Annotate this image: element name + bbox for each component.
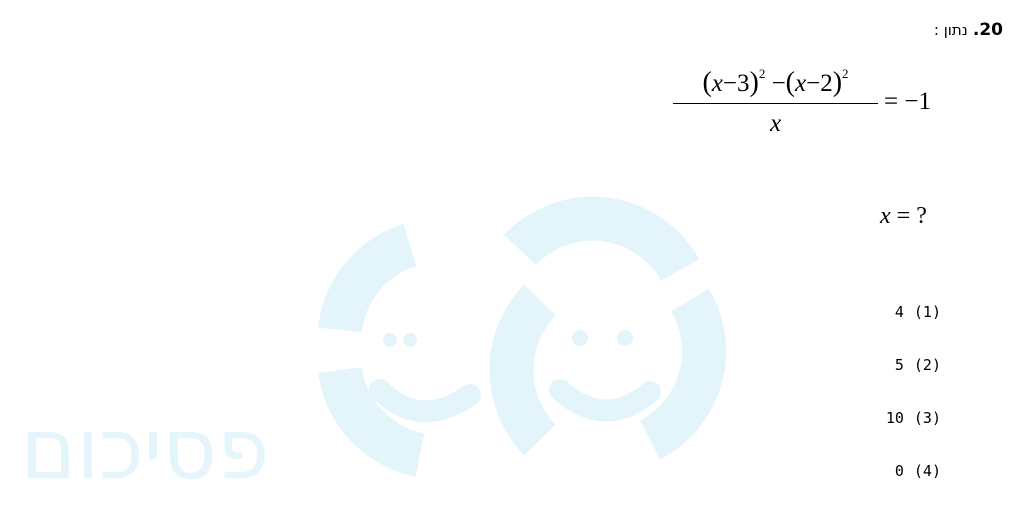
fraction-numerator: (x−3)2 −(x−2)2 bbox=[702, 66, 849, 98]
numerator-var-1: x bbox=[711, 70, 723, 97]
answer-value: 10 bbox=[885, 409, 904, 427]
numerator-exponent-1: 2 bbox=[758, 66, 766, 81]
answer-option-1[interactable]: 4 (1) bbox=[821, 298, 941, 326]
equation-rhs: = −1 bbox=[884, 88, 931, 115]
numerator-term-2: −2 bbox=[806, 70, 833, 97]
question-number: 20. bbox=[972, 20, 1003, 40]
prompt-rest: = ? bbox=[890, 203, 927, 229]
answer-option-2[interactable]: 5 (2) bbox=[821, 351, 941, 379]
answer-index: (3) bbox=[913, 409, 941, 427]
answer-index: (4) bbox=[913, 462, 941, 480]
answer-value: 5 bbox=[894, 356, 904, 374]
question-label: נתון : bbox=[933, 21, 968, 39]
answer-index: (1) bbox=[913, 303, 941, 321]
numerator-var-2: x bbox=[795, 70, 807, 97]
answer-option-3[interactable]: 10 (3) bbox=[821, 404, 941, 432]
answer-option-4[interactable]: 0 (4) bbox=[821, 457, 941, 485]
equation: (x−3)2 −(x−2)2 x = −1 bbox=[673, 66, 931, 138]
numerator-minus: − bbox=[771, 70, 786, 97]
fraction-denominator: x bbox=[769, 110, 782, 137]
question-header: 20. נתון : bbox=[934, 20, 1003, 40]
numerator-exponent-2: 2 bbox=[842, 66, 849, 81]
watermark-text: פסיכום bbox=[21, 400, 270, 493]
answer-value: 0 bbox=[894, 462, 904, 480]
answer-index: (2) bbox=[913, 356, 941, 374]
answer-list: 4 (1) 5 (2) 10 (3) 0 (4) bbox=[821, 298, 941, 510]
answer-value: 4 bbox=[894, 303, 904, 321]
question-prompt: x = ? bbox=[880, 203, 927, 230]
numerator-term-1: −3 bbox=[722, 70, 750, 97]
prompt-variable: x bbox=[880, 203, 891, 229]
equation-fraction: (x−3)2 −(x−2)2 x bbox=[673, 66, 878, 138]
